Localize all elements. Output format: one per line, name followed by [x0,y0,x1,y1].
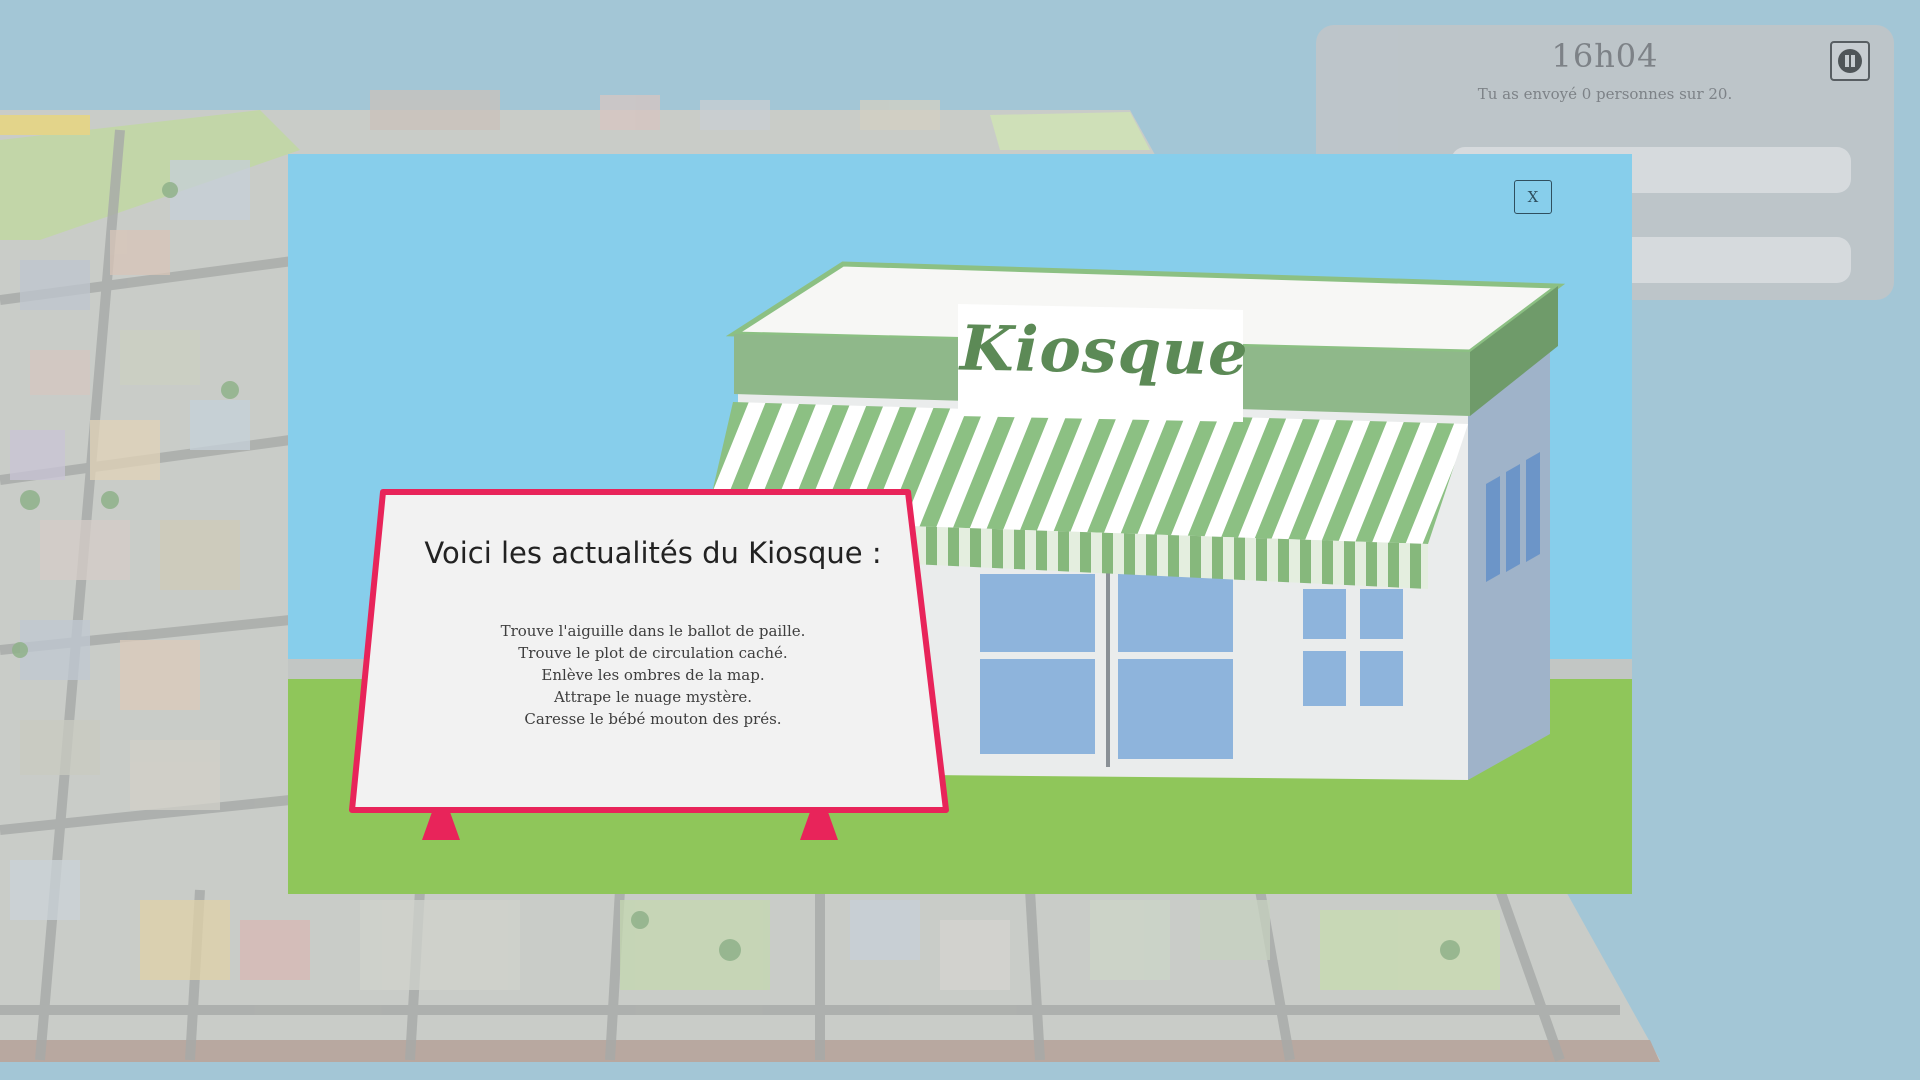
kiosque-shop-sign: Kiosque [959,311,1250,390]
close-button[interactable]: X [1514,180,1552,214]
pause-button[interactable] [1830,41,1870,81]
news-board: Voici les actualités du Kiosque : Trouve… [348,484,958,844]
news-item: Trouve le plot de circulation caché. [518,644,788,662]
news-list: Trouve l'aiguille dans le ballot de pail… [348,620,958,730]
news-item: Attrape le nuage mystère. [553,688,753,706]
news-board-title: Voici les actualités du Kiosque : [424,536,882,570]
news-item: Trouve l'aiguille dans le ballot de pail… [500,622,806,640]
news-item: Enlève les ombres de la map. [541,666,765,684]
game-clock: 16h04 [1551,37,1659,75]
pause-icon [1838,49,1862,73]
kiosque-modal: Kiosque X Voici les actualités du Kiosqu… [288,154,1632,894]
people-sent-status: Tu as envoyé 0 personnes sur 20. [1477,85,1733,103]
news-item: Caresse le bébé mouton des prés. [524,710,782,728]
